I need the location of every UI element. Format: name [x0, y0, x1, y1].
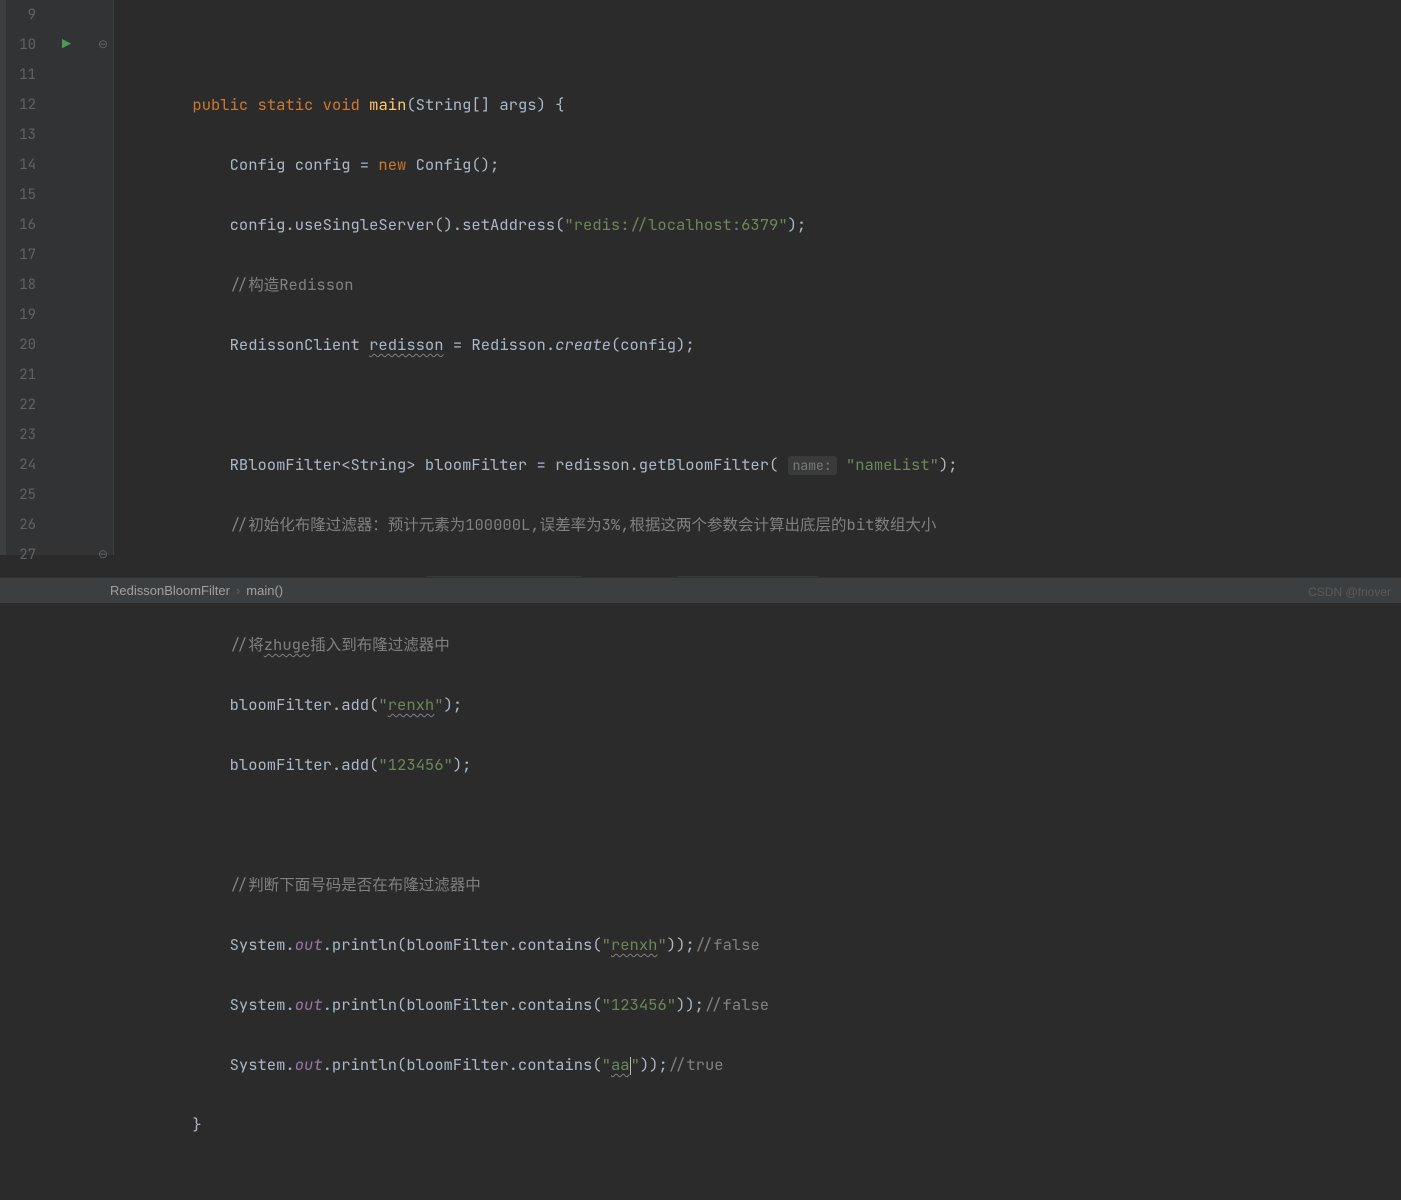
fold-icon[interactable]: ⊖	[98, 36, 108, 52]
code-line	[118, 390, 1401, 420]
code-line: System.out.println(bloomFilter.contains(…	[118, 1050, 1401, 1080]
watermark: CSDN @friover	[1308, 585, 1391, 599]
code-line: bloomFilter.add("123456");	[118, 750, 1401, 780]
code-line: RedissonClient redisson = Redisson.creat…	[118, 330, 1401, 360]
code-line: public static void main(String[] args) {	[118, 90, 1401, 120]
inlay-hint: name:	[788, 456, 837, 475]
code-line: //初始化布隆过滤器：预计元素为100000L,误差率为3%,根据这两个参数会计…	[118, 510, 1401, 540]
breadcrumb-item[interactable]: RedissonBloomFilter	[110, 583, 230, 598]
code-line: //判断下面号码是否在布隆过滤器中	[118, 870, 1401, 900]
chevron-right-icon: ›	[236, 583, 240, 598]
code-line: config.useSingleServer().setAddress("red…	[118, 210, 1401, 240]
line-number-gutter: 9101112131415161718192021222324252627	[0, 0, 56, 555]
run-icon[interactable]: ▶	[62, 34, 71, 54]
editor: 9101112131415161718192021222324252627 ▶ …	[0, 0, 1401, 555]
code-line	[118, 30, 1401, 60]
activity-strip	[0, 0, 6, 555]
gutter-icons: ▶	[56, 0, 96, 555]
code-line: //将zhuge插入到布隆过滤器中	[118, 630, 1401, 660]
fold-icon[interactable]: ⊖	[98, 546, 108, 562]
code-line: bloomFilter.add("renxh");	[118, 690, 1401, 720]
code-line: System.out.println(bloomFilter.contains(…	[118, 930, 1401, 960]
fold-column: ⊖ ⊖	[96, 0, 114, 555]
code-line: }	[118, 1110, 1401, 1140]
code-line: RBloomFilter<String> bloomFilter = redis…	[118, 450, 1401, 480]
code-line: //构造Redisson	[118, 270, 1401, 300]
code-line: System.out.println(bloomFilter.contains(…	[118, 990, 1401, 1020]
code-area[interactable]: public static void main(String[] args) {…	[114, 0, 1401, 555]
code-line	[118, 810, 1401, 840]
breadcrumb[interactable]: RedissonBloomFilter › main()	[0, 577, 1401, 603]
code-line: Config config = new Config();	[118, 150, 1401, 180]
breadcrumb-item[interactable]: main()	[246, 583, 283, 598]
